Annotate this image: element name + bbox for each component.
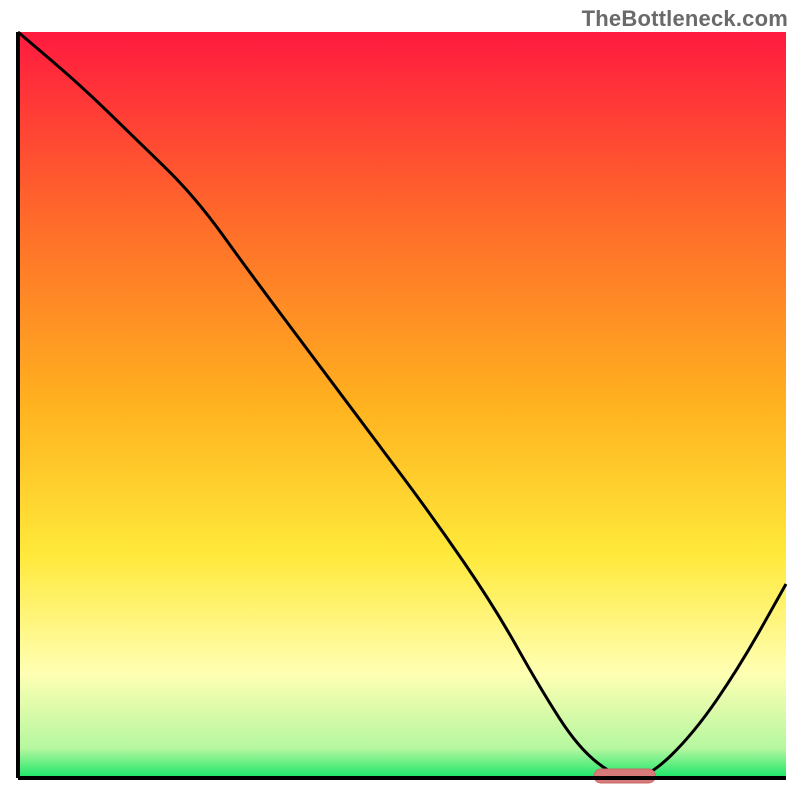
chart-container: { "watermark": "TheBottleneck.com", "col…	[0, 0, 800, 800]
bottleneck-chart	[0, 0, 800, 800]
plot-background	[18, 32, 786, 778]
